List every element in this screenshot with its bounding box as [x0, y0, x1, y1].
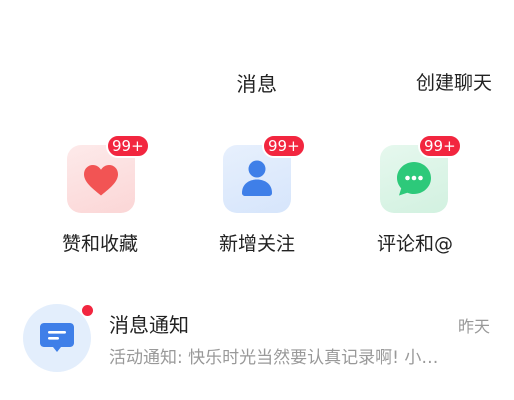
chat-bubble-icon — [397, 162, 431, 196]
message-title: 消息通知 — [109, 313, 189, 337]
notification-avatar — [23, 304, 91, 372]
message-time: 昨天 — [457, 317, 490, 336]
notification-icon — [40, 323, 74, 352]
likes-badge: 99+ — [106, 134, 150, 158]
create-chat-button[interactable]: 创建聊天 — [416, 68, 492, 95]
new-followers-label: 新增关注 — [219, 233, 296, 255]
followers-badge: 99+ — [262, 134, 306, 158]
comments-mentions-label: 评论和@ — [377, 233, 454, 255]
heart-icon — [84, 165, 118, 196]
messages-screen: 消息 创建聊天 99+ 赞和收藏 99+ 新增关注 99+ 评论和@ 消息通知 … — [0, 0, 514, 400]
comments-badge: 99+ — [418, 134, 462, 158]
message-preview: 活动通知: 快乐时光当然要认真记录啊! 小… — [109, 348, 439, 368]
likes-collections-label: 赞和收藏 — [62, 233, 139, 255]
unread-dot — [82, 305, 93, 316]
person-icon — [242, 160, 272, 196]
